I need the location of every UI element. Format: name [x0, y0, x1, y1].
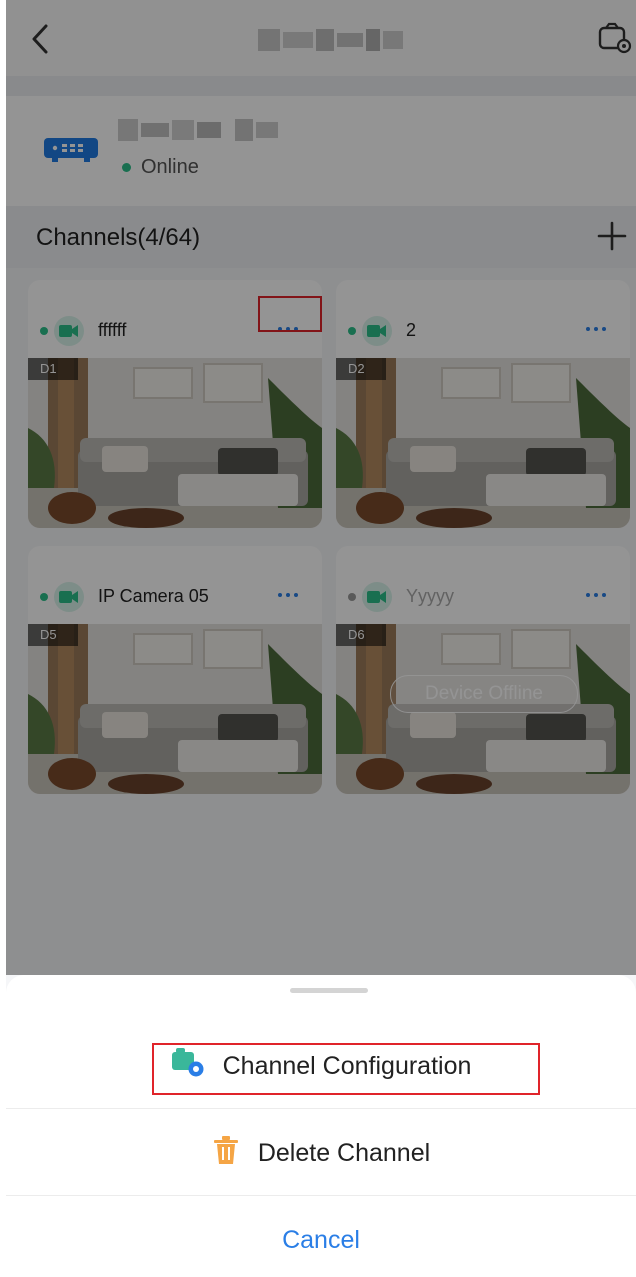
channel-card[interactable]: 2 D2	[336, 280, 630, 528]
channel-grid: ffffff D1 2 D2 IP Camera 05 D5 Yyyyy D6 …	[6, 268, 636, 988]
camera-icon	[54, 316, 84, 346]
nvr-device-icon	[42, 136, 100, 164]
sheet-drag-handle[interactable]	[290, 988, 368, 993]
channel-tag: D6	[336, 624, 386, 646]
page-title-redacted	[258, 26, 408, 54]
camera-icon	[362, 582, 392, 612]
more-options-icon[interactable]	[576, 580, 616, 610]
divider-band	[6, 76, 636, 96]
divider	[6, 1195, 636, 1196]
add-channel-icon[interactable]	[596, 220, 628, 252]
top-nav	[6, 0, 636, 76]
channels-count-label: Channels(4/64)	[36, 224, 201, 251]
delete-channel-label: Delete Channel	[257, 1138, 431, 1167]
channel-preview-image[interactable]	[28, 624, 322, 794]
online-dot-icon	[40, 327, 48, 335]
back-arrow-icon[interactable]	[26, 22, 56, 56]
divider	[6, 1108, 636, 1109]
channel-card-header: Yyyyy	[336, 546, 630, 624]
online-dot-icon	[40, 593, 48, 601]
trash-icon	[212, 1135, 240, 1172]
highlight-channel-configuration	[152, 1043, 540, 1095]
device-header: Online	[6, 96, 636, 206]
device-status-label: Online	[141, 156, 199, 178]
channel-name: 2	[406, 320, 417, 340]
device-status: Online	[122, 156, 199, 179]
camera-settings-icon[interactable]	[598, 22, 634, 56]
channel-tag: D1	[28, 358, 78, 380]
offline-dot-icon	[348, 593, 356, 601]
online-dot-icon	[122, 163, 131, 172]
app-screen: Online Channels(4/64) ffffff D1 2 D2 IP …	[6, 0, 636, 1277]
channel-name: IP Camera 05	[98, 586, 209, 606]
online-dot-icon	[348, 327, 356, 335]
channel-name: Yyyyy	[406, 586, 455, 606]
camera-icon	[54, 582, 84, 612]
channel-card-header: IP Camera 05	[28, 546, 322, 624]
camera-icon	[362, 316, 392, 346]
action-sheet: Channel Configuration Delete Channel Can…	[6, 975, 636, 1277]
channels-header: Channels(4/64)	[6, 206, 636, 268]
highlight-more-options	[258, 296, 322, 332]
delete-channel-button[interactable]: Delete Channel	[6, 1110, 636, 1196]
channel-preview-image[interactable]	[336, 358, 630, 528]
channel-name: ffffff	[98, 320, 127, 340]
channel-card[interactable]: IP Camera 05 D5	[28, 546, 322, 794]
channel-tag: D5	[28, 624, 78, 646]
channel-card[interactable]: Yyyyy D6 Device Offline	[336, 546, 630, 794]
more-options-icon[interactable]	[268, 580, 308, 610]
device-name-redacted	[118, 118, 278, 142]
more-options-icon[interactable]	[576, 314, 616, 344]
channel-preview-image[interactable]	[28, 358, 322, 528]
channel-tag: D2	[336, 358, 386, 380]
device-offline-badge: Device Offline	[390, 675, 578, 713]
cancel-button[interactable]: Cancel	[6, 1215, 636, 1265]
channel-card-header: 2	[336, 280, 630, 358]
